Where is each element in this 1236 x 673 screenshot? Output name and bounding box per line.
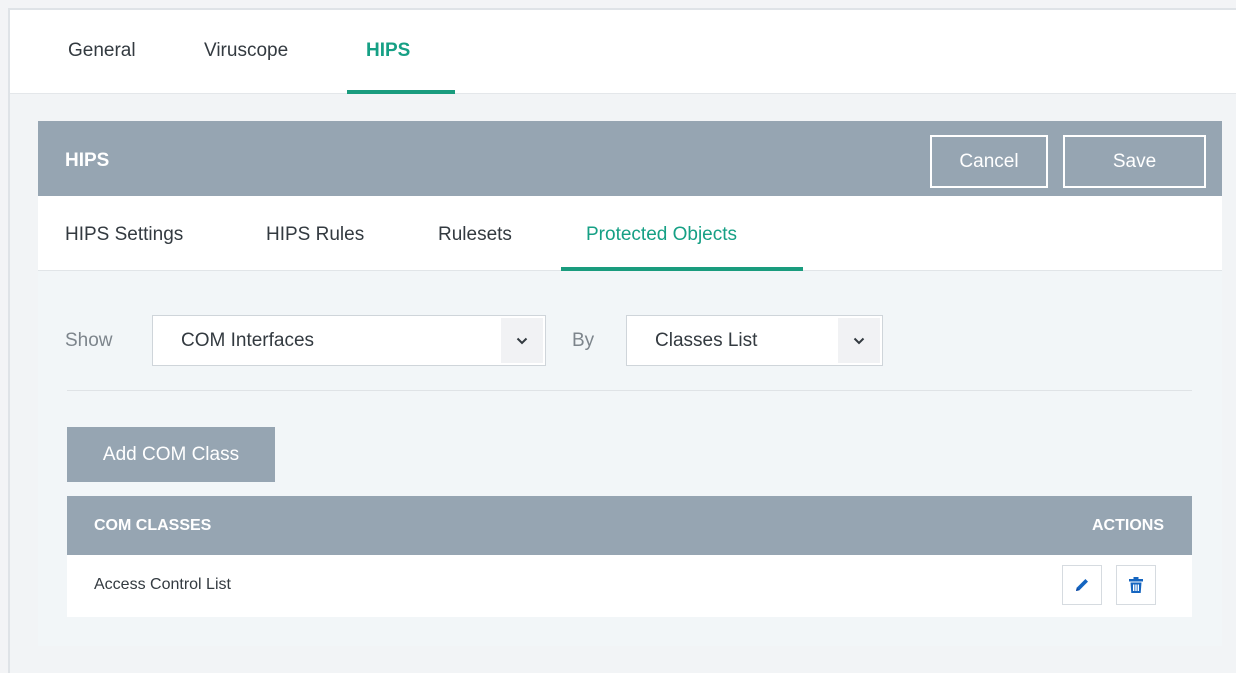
panel-header: HIPS Cancel Save xyxy=(38,121,1222,196)
tab-protected-objects[interactable]: Protected Objects xyxy=(586,224,737,246)
table-header: COM CLASSES ACTIONS xyxy=(67,496,1192,555)
top-tab-bar: General Viruscope HIPS xyxy=(10,10,1236,94)
show-select[interactable]: COM Interfaces xyxy=(152,315,546,366)
column-header-com-classes: COM CLASSES xyxy=(94,517,212,534)
show-label: Show xyxy=(65,330,113,351)
com-class-name: Access Control List xyxy=(94,576,231,593)
active-tab-indicator xyxy=(347,90,455,94)
hips-panel: HIPS Cancel Save HIPS Settings HIPS Rule… xyxy=(38,121,1222,646)
add-com-class-button[interactable]: Add COM Class xyxy=(67,427,275,482)
tab-hips-settings[interactable]: HIPS Settings xyxy=(65,224,183,246)
trash-icon xyxy=(1129,577,1143,593)
tab-general[interactable]: General xyxy=(68,40,136,62)
edit-button[interactable] xyxy=(1062,565,1102,605)
by-select-value: Classes List xyxy=(655,330,758,351)
table-row: Access Control List xyxy=(67,555,1192,617)
tab-hips-rules[interactable]: HIPS Rules xyxy=(266,224,364,246)
chevron-down-icon xyxy=(838,318,880,363)
sub-tab-bar: HIPS Settings HIPS Rules Rulesets Protec… xyxy=(38,196,1222,271)
chevron-down-icon xyxy=(501,318,543,363)
tab-viruscope[interactable]: Viruscope xyxy=(204,40,288,62)
divider xyxy=(67,390,1192,391)
tab-rulesets[interactable]: Rulesets xyxy=(438,224,512,246)
tab-hips[interactable]: HIPS xyxy=(366,40,410,62)
by-select[interactable]: Classes List xyxy=(626,315,883,366)
save-button[interactable]: Save xyxy=(1063,135,1206,188)
column-header-actions: ACTIONS xyxy=(1092,517,1164,534)
pencil-icon xyxy=(1076,579,1088,591)
by-label: By xyxy=(572,330,595,351)
show-select-value: COM Interfaces xyxy=(181,330,315,351)
com-classes-table: COM CLASSES ACTIONS Access Control List xyxy=(67,496,1192,617)
cancel-button[interactable]: Cancel xyxy=(930,135,1048,188)
delete-button[interactable] xyxy=(1116,565,1156,605)
panel-title: HIPS xyxy=(65,150,110,171)
active-subtab-indicator xyxy=(561,267,803,271)
